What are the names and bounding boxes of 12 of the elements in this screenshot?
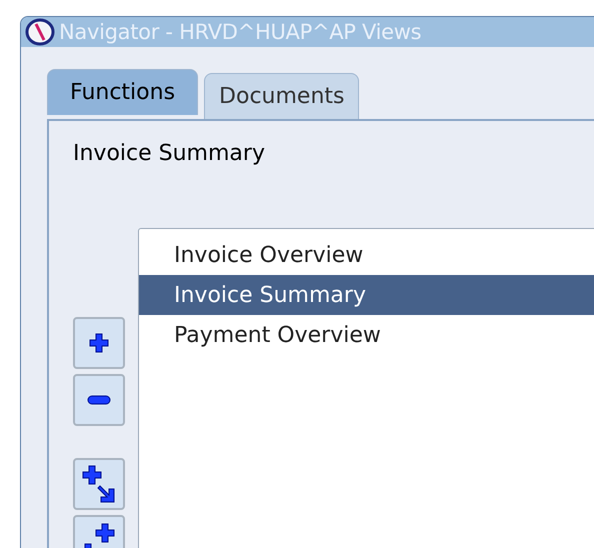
- list-item[interactable]: Invoice Summary: [139, 275, 594, 315]
- function-label: Invoice Summary: [73, 141, 266, 166]
- tab[interactable]: Documents: [204, 73, 360, 119]
- list-item[interactable]: Invoice Overview: [139, 235, 594, 275]
- tab[interactable]: Functions: [47, 69, 198, 115]
- window-title: Navigator - HRVD^HUAP^AP Views: [59, 20, 422, 44]
- tree-button[interactable]: [73, 317, 125, 369]
- minus-icon: [87, 395, 111, 405]
- list-item[interactable]: Payment Overview: [139, 315, 594, 355]
- tree-button[interactable]: [73, 374, 125, 426]
- plus-icon: [88, 332, 110, 354]
- tree-button[interactable]: [73, 458, 125, 510]
